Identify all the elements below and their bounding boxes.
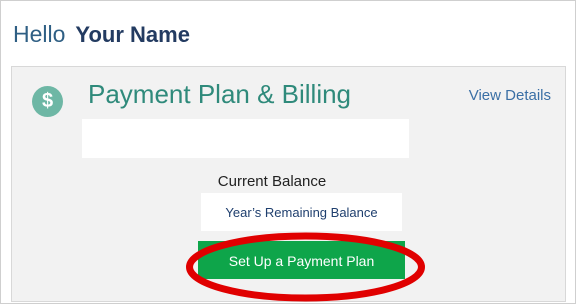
greeting-text: Hello xyxy=(13,21,66,47)
highlight-ellipse xyxy=(186,232,425,302)
current-balance-label: Current Balance xyxy=(217,173,327,190)
payment-plan-card: $ Payment Plan & Billing View Details Cu… xyxy=(11,66,566,302)
user-name: Your Name xyxy=(75,22,190,47)
remaining-balance-label: Year’s Remaining Balance xyxy=(225,204,378,220)
dollar-icon: $ xyxy=(32,86,63,117)
account-panel: Hello Your Name $ Payment Plan & Billing… xyxy=(0,0,576,304)
highlight-ellipse-shape xyxy=(186,232,425,302)
greeting-header: Hello Your Name xyxy=(13,21,190,51)
view-details-link[interactable]: View Details xyxy=(469,87,551,104)
blank-info-box xyxy=(82,119,409,158)
card-title: Payment Plan & Billing xyxy=(88,79,352,109)
remaining-balance-box: Year’s Remaining Balance xyxy=(201,193,402,231)
